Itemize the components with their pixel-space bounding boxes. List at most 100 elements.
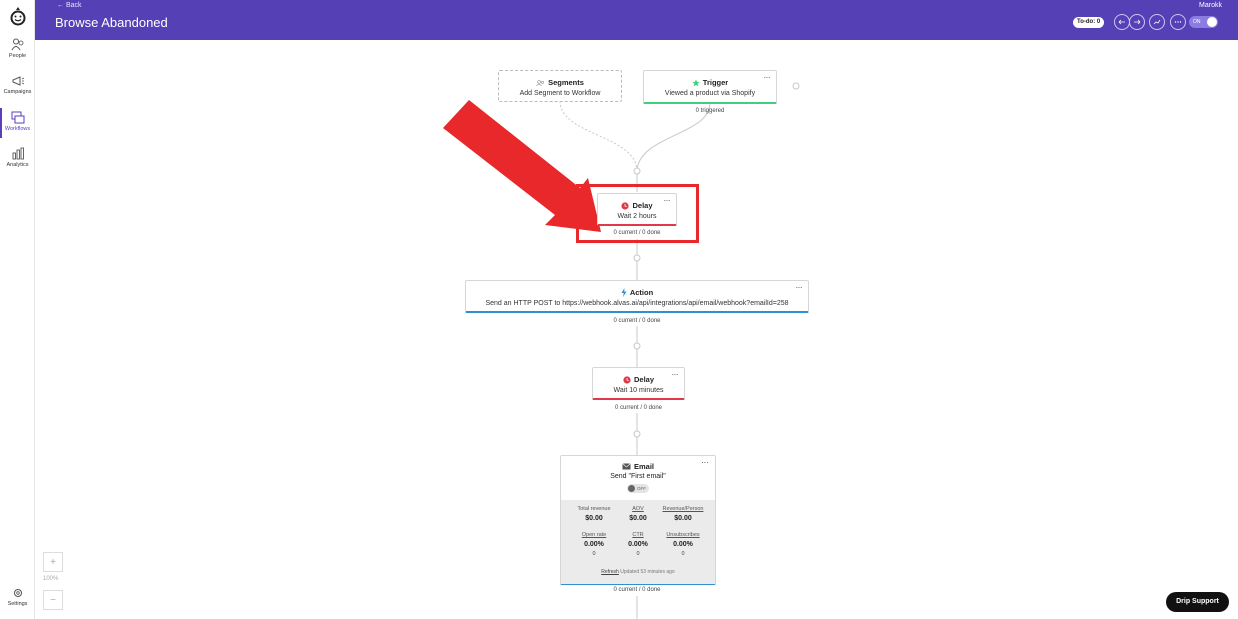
metric-count: 0 <box>681 551 685 557</box>
metric-aov: AOV $0.00 <box>613 506 663 522</box>
email-subtitle: Send "First email" <box>610 473 666 480</box>
metric-label[interactable]: AOV <box>613 506 663 512</box>
metric-label[interactable]: Unsubscribes <box>658 532 708 538</box>
lightning-icon <box>621 288 627 297</box>
metric-value: 0.00% <box>628 541 648 548</box>
highlight-box <box>576 184 699 243</box>
delay-2-title-label: Delay <box>633 375 654 384</box>
segments-subtitle: Add Segment to Workflow <box>519 90 601 97</box>
email-toggle-knob <box>628 485 635 492</box>
metric-value: 0.00% <box>673 541 693 548</box>
trigger-menu-button[interactable]: ··· <box>764 73 771 82</box>
metric-value: $0.00 <box>674 515 692 522</box>
back-link[interactable]: ← Back <box>57 2 82 9</box>
metric-value: $0.00 <box>629 515 647 522</box>
metric-label[interactable]: Revenue/Person <box>658 506 708 512</box>
nav-item-campaigns[interactable]: Campaigns <box>0 75 35 95</box>
app-window: People Campaigns Workflows Analytics Set… <box>0 0 1238 619</box>
workflow-canvas[interactable]: Segments Add Segment to Workflow ··· Tri… <box>35 40 1238 619</box>
email-menu-button[interactable]: ··· <box>701 458 709 467</box>
side-navigation: People Campaigns Workflows Analytics Set… <box>0 0 35 619</box>
header-bar: ← Back Browse Abandoned Marokk To-do: 0 … <box>35 0 1238 40</box>
metric-unsubscribes: Unsubscribes 0.00% 0 <box>658 532 708 557</box>
email-enable-toggle[interactable]: OFF <box>627 484 649 493</box>
workflow-active-toggle[interactable]: ON <box>1189 16 1218 28</box>
metric-revenue-per-person: Revenue/Person $0.00 <box>658 506 708 522</box>
email-stat: 0 current / 0 done <box>613 587 661 593</box>
undo-icon <box>1118 19 1125 25</box>
metric-ctr: CTR 0.00% 0 <box>613 532 663 557</box>
envelope-icon <box>622 463 631 470</box>
megaphone-icon <box>12 76 24 86</box>
trigger-subtitle: Viewed a product via Shopify <box>664 90 756 97</box>
email-stats-panel: Total revenue $0.00 AOV $0.00 Revenue/Pe… <box>561 500 715 584</box>
refresh-link[interactable]: Refresh <box>601 569 619 575</box>
nav-label-settings: Settings <box>7 601 28 607</box>
drip-support-button[interactable]: Drip Support <box>1166 592 1229 612</box>
delay-2-menu-button[interactable]: ··· <box>672 370 679 379</box>
email-toggle-label: OFF <box>637 486 646 491</box>
nav-label-people: People <box>8 53 27 59</box>
nav-item-workflows[interactable]: Workflows <box>0 108 35 138</box>
star-icon <box>692 78 700 86</box>
more-options-button[interactable] <box>1170 14 1186 30</box>
trigger-stat: 0 triggered <box>695 108 725 114</box>
metric-label: Total revenue <box>577 506 611 512</box>
analytics-icon <box>12 147 24 160</box>
action-title-label: Action <box>629 288 654 297</box>
refresh-line: Refresh Updated 53 minutes ago <box>561 569 715 575</box>
email-node[interactable]: ··· Email Send "First email" OFF Total r… <box>560 455 716 585</box>
zoom-level: 100% <box>43 576 59 582</box>
delay-2-title: Delay <box>593 375 684 384</box>
metric-open-rate: Open rate 0.00% 0 <box>569 532 619 557</box>
nav-label-campaigns: Campaigns <box>3 89 32 95</box>
undo-button[interactable] <box>1114 14 1130 30</box>
delay-2-stat: 0 current / 0 done <box>614 405 663 411</box>
trend-icon <box>1153 19 1161 25</box>
action-menu-button[interactable]: ··· <box>796 283 803 292</box>
page-title: Browse Abandoned <box>55 15 168 30</box>
todo-badge[interactable]: To-do: 0 <box>1073 17 1105 28</box>
redo-icon <box>1134 19 1141 25</box>
action-node[interactable]: ··· Action Send an HTTP POST to https://… <box>465 280 809 313</box>
clock-icon <box>623 375 631 384</box>
drip-logo-icon[interactable] <box>8 6 28 26</box>
toggle-label: ON <box>1193 19 1201 25</box>
nav-item-analytics[interactable]: Analytics <box>0 147 35 168</box>
account-name[interactable]: Marokk <box>1199 2 1222 9</box>
segments-icon <box>536 79 544 86</box>
trigger-title-label: Trigger <box>702 78 729 87</box>
zoom-out-button[interactable]: − <box>43 590 63 610</box>
metric-value: 0.00% <box>584 541 604 548</box>
action-title: Action <box>466 288 808 297</box>
more-icon <box>1174 21 1182 23</box>
trigger-title: Trigger <box>644 78 776 87</box>
gear-icon <box>13 589 22 597</box>
delay-2-subtitle: Wait 10 minutes <box>613 387 664 394</box>
delay-node-2[interactable]: ··· Delay Wait 10 minutes <box>592 367 685 400</box>
zoom-in-button[interactable]: + <box>43 552 63 572</box>
metric-label[interactable]: Open rate <box>569 532 619 538</box>
toggle-knob <box>1207 17 1217 27</box>
nav-item-people[interactable]: People <box>0 38 35 59</box>
people-icon <box>11 38 23 51</box>
nav-label-analytics: Analytics <box>6 162 29 168</box>
email-title: Email <box>561 462 715 471</box>
analytics-button[interactable] <box>1149 14 1165 30</box>
metric-count: 0 <box>592 551 596 557</box>
action-stat: 0 current / 0 done <box>613 318 661 324</box>
segments-title: Segments <box>499 78 621 87</box>
redo-button[interactable] <box>1129 14 1145 30</box>
metric-label[interactable]: CTR <box>613 532 663 538</box>
nav-label-workflows: Workflows <box>4 126 31 132</box>
segments-title-label: Segments <box>548 78 584 87</box>
workflow-icon <box>11 111 24 124</box>
metric-count: 0 <box>636 551 640 557</box>
action-subtitle: Send an HTTP POST to https://webhook.alv… <box>485 300 789 307</box>
metric-total-revenue: Total revenue $0.00 <box>569 506 619 522</box>
metric-value: $0.00 <box>585 515 603 522</box>
trigger-node[interactable]: ··· Trigger Viewed a product via Shopify <box>643 70 777 104</box>
email-title-label: Email <box>633 462 654 471</box>
nav-item-settings[interactable]: Settings <box>0 587 35 607</box>
segments-node[interactable]: Segments Add Segment to Workflow <box>498 70 622 102</box>
